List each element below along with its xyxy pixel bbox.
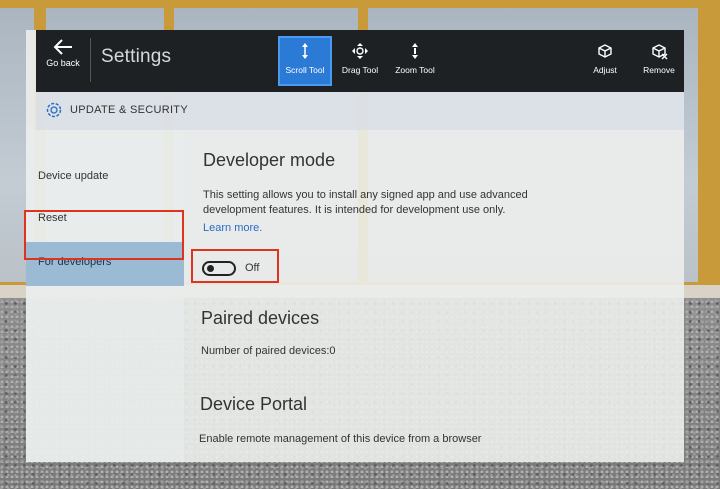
- scroll-tool-label: Scroll Tool: [285, 65, 325, 75]
- zoom-tool-button[interactable]: Zoom Tool: [390, 38, 440, 84]
- paired-devices-count: Number of paired devices:0: [201, 345, 336, 357]
- remove-icon: [652, 44, 668, 60]
- zoom-tool-icon: [412, 43, 418, 59]
- toolbar: Go back Settings Scroll Tool Drag Tool Z…: [36, 30, 684, 92]
- sidebar: Device update Reset For developers: [26, 130, 184, 462]
- window-frame: [698, 0, 720, 300]
- adjust-icon: [598, 44, 612, 58]
- paired-devices-heading: Paired devices: [201, 308, 320, 328]
- drag-tool-button[interactable]: Drag Tool: [335, 38, 385, 84]
- app-title: Settings: [101, 46, 172, 67]
- sidebar-item-label: Device update: [38, 170, 109, 182]
- drag-tool-label: Drag Tool: [341, 65, 379, 75]
- adjust-button[interactable]: Adjust: [580, 38, 630, 84]
- section-title: UPDATE & SECURITY: [70, 104, 188, 116]
- section-header: UPDATE & SECURITY: [36, 92, 684, 130]
- window-frame: [0, 0, 720, 8]
- remove-button[interactable]: Remove: [634, 38, 684, 84]
- settings-window: Go back Settings Scroll Tool Drag Tool Z…: [24, 30, 684, 462]
- developer-mode-heading: Developer mode: [203, 150, 336, 170]
- scroll-tool-icon: [302, 43, 308, 59]
- toolbar-divider: [90, 38, 91, 82]
- device-portal-description: Enable remote management of this device …: [199, 433, 482, 445]
- main-content: Developer mode This setting allows you t…: [184, 130, 684, 462]
- back-label: Go back: [46, 58, 80, 68]
- gear-icon: [46, 102, 62, 118]
- remove-label: Remove: [643, 65, 675, 75]
- sidebar-item-device-update[interactable]: Device update: [26, 156, 184, 200]
- zoom-tool-label: Zoom Tool: [395, 65, 435, 75]
- back-button[interactable]: Go back: [36, 30, 90, 92]
- drag-tool-icon: [352, 43, 368, 59]
- back-arrow-icon: [53, 39, 72, 55]
- highlight-box-for-developers: [24, 210, 184, 260]
- adjust-label: Adjust: [593, 65, 617, 75]
- highlight-box-toggle: [191, 249, 279, 283]
- scroll-tool-button[interactable]: Scroll Tool: [278, 36, 332, 86]
- learn-more-link[interactable]: Learn more.: [203, 222, 262, 234]
- developer-mode-description: This setting allows you to install any s…: [203, 189, 528, 216]
- device-portal-heading: Device Portal: [200, 394, 308, 414]
